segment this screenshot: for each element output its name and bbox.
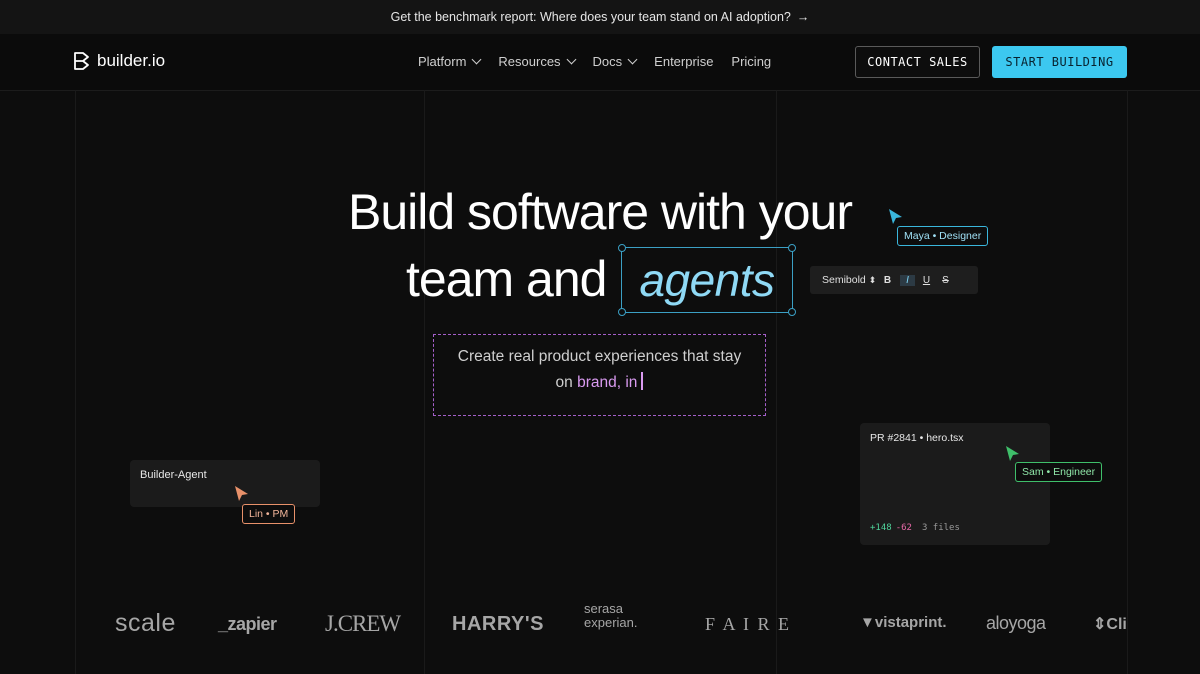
nav-enterprise[interactable]: Enterprise <box>654 54 713 69</box>
hero-subtitle: Create real product experiences that sta… <box>433 334 766 416</box>
brand-logo-jcrew: J.CREW <box>325 611 401 636</box>
subtitle-line2: on brand, in <box>434 370 765 396</box>
agents-highlight-box[interactable]: agents <box>618 244 796 316</box>
subtitle-line1: Create real product experiences that sta… <box>457 348 742 365</box>
chevron-down-icon <box>471 54 482 65</box>
logo-text: builder.io <box>97 51 166 70</box>
nav-platform-label: Platform <box>418 54 467 69</box>
bold-button[interactable]: B <box>880 275 895 286</box>
underline-button[interactable]: U <box>919 275 934 286</box>
resize-handle[interactable] <box>788 244 796 252</box>
hero-heading-line1: Build software with your <box>0 183 1200 241</box>
strikethrough-button[interactable]: S <box>938 275 953 286</box>
brand-logo-vistaprint: ▼vistaprint. <box>860 614 947 631</box>
cursor-pointer-icon <box>1006 446 1019 461</box>
nav-resources-label: Resources <box>498 54 561 69</box>
arrow-right-icon: → <box>796 10 810 24</box>
vistaprint-mark-icon: ▼ <box>860 614 875 631</box>
font-weight-label: Semibold <box>822 274 866 286</box>
nav-docs-label: Docs <box>592 54 623 69</box>
main-menu: Platform Resources Docs Enterprise Prici… <box>418 54 771 69</box>
text-caret <box>641 372 644 390</box>
nav-platform[interactable]: Platform <box>418 54 482 69</box>
nav-resources[interactable]: Resources <box>498 54 576 69</box>
cursor-pointer-icon <box>235 486 248 501</box>
brand-logo-harrys: HARRY'S <box>452 613 544 635</box>
subtitle-line2-highlight: brand, in <box>577 374 638 391</box>
subtitle-line2-plain: on <box>555 374 573 391</box>
resize-handle[interactable] <box>788 308 796 316</box>
start-building-button[interactable]: START BUILDING <box>992 46 1127 78</box>
pr-card-title: PR #2841 • hero.tsx <box>870 432 964 444</box>
nav-enterprise-label: Enterprise <box>654 54 714 69</box>
cli-text: Cli <box>1106 616 1127 633</box>
grid-line <box>1127 90 1128 674</box>
grid-line <box>424 90 425 674</box>
collaborator-tag-maya: Maya • Designer <box>897 226 989 246</box>
text-format-toolbar: Semibold ⬍ B I U S <box>810 266 978 294</box>
chevron-down-icon <box>566 54 576 65</box>
builder-logo-icon <box>74 52 89 70</box>
brand-logo-aloyoga: aloyoga <box>986 613 1046 633</box>
top-navigation: builder.io Platform Resources Docs Enter… <box>0 34 1200 91</box>
nav-pricing-label: Pricing <box>731 54 772 69</box>
pr-stats: +148 -62 3 files <box>870 523 960 533</box>
cursor-pointer-icon <box>889 209 902 224</box>
resize-handle[interactable] <box>618 244 626 252</box>
grid-line <box>776 90 777 674</box>
pr-deletions: -62 <box>895 523 912 533</box>
banner-text[interactable]: Get the benchmark report: Where does you… <box>391 10 791 24</box>
brand-logo-faire: F A I R E <box>705 614 792 634</box>
brand-logo-serasa-experian: serasa experian. <box>584 601 638 630</box>
brand-logo-zapier: _zapier <box>218 614 277 634</box>
agent-card-title: Builder-Agent <box>140 469 207 481</box>
italic-button[interactable]: I <box>900 274 915 286</box>
customer-logos: scale _zapier J.CREW HARRY'S serasa expe… <box>0 600 1200 650</box>
chevron-up-down-icon: ⇕ <box>1093 616 1107 633</box>
brand-logo-scale: scale <box>115 609 176 637</box>
agents-text: agents <box>639 254 775 306</box>
brand-logo-cli: ⇕Cli <box>1093 614 1127 634</box>
hero-heading-line2: team and <box>406 251 607 307</box>
builder-logo[interactable]: builder.io <box>73 51 165 71</box>
nav-pricing[interactable]: Pricing <box>731 54 771 69</box>
nav-docs[interactable]: Docs <box>592 54 638 69</box>
resize-handle[interactable] <box>618 308 626 316</box>
vistaprint-text: vistaprint. <box>874 614 947 631</box>
collaborator-tag-sam: Sam • Engineer <box>1015 462 1103 482</box>
sort-arrows-icon: ⬍ <box>868 275 877 285</box>
grid-line <box>75 90 76 674</box>
font-weight-select[interactable]: Semibold ⬍ <box>822 274 880 286</box>
collaborator-tag-lin: Lin • PM <box>242 504 296 524</box>
pr-files: 3 files <box>921 523 960 533</box>
pr-additions: +148 <box>870 523 892 533</box>
contact-sales-button[interactable]: CONTACT SALES <box>855 46 980 78</box>
chevron-down-icon <box>627 54 638 65</box>
hero-heading-line1-text: Build software with your <box>347 184 853 240</box>
announcement-banner[interactable]: Get the benchmark report: Where does you… <box>0 0 1200 34</box>
builder-agent-card: Builder-Agent <box>130 460 320 507</box>
pull-request-card: PR #2841 • hero.tsx +148 -62 3 files <box>860 423 1050 545</box>
